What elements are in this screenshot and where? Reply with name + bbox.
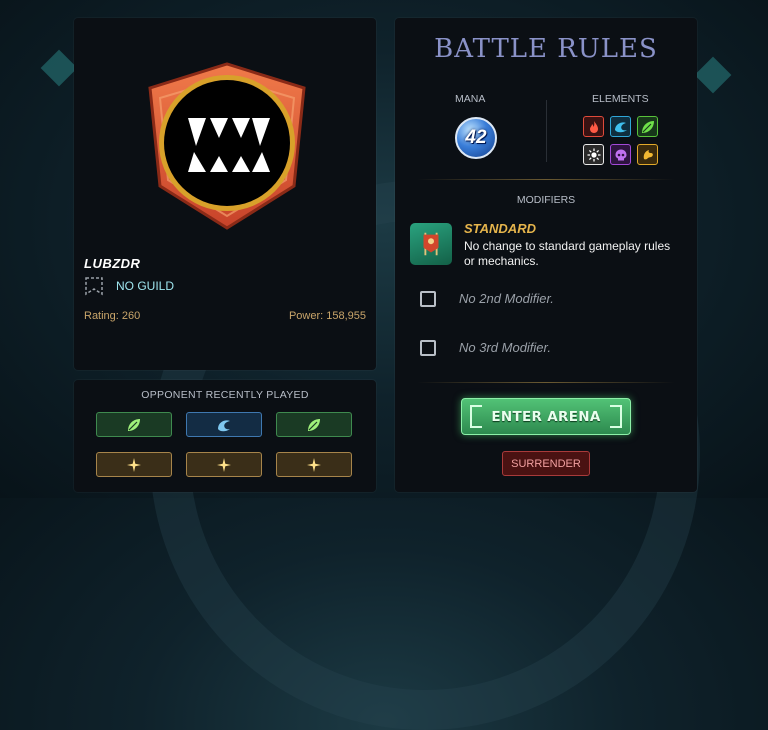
recent-element-life xyxy=(96,452,172,477)
element-earth[interactable] xyxy=(637,116,658,137)
battle-rules-title: BATTLE RULES xyxy=(434,34,658,64)
monster-mouth-icon xyxy=(148,62,306,230)
wave-icon xyxy=(614,121,627,132)
modifiers-label: MODIFIERS xyxy=(516,194,576,206)
battle-rules-panel: BATTLE RULES MANA 42 ELEMENTS MODIFIERS xyxy=(395,18,697,492)
modifier-2-checkbox[interactable] xyxy=(420,291,436,307)
wave-icon xyxy=(218,419,230,431)
leaf-icon xyxy=(128,418,140,431)
leaf-icon xyxy=(641,120,654,133)
standard-modifier-title: STANDARD xyxy=(464,221,536,236)
mana-label: MANA xyxy=(455,93,486,105)
button-corner-decoration xyxy=(610,416,622,428)
background-gem xyxy=(694,56,732,94)
divider xyxy=(546,100,547,162)
player-rating: Rating: 260 xyxy=(84,310,141,322)
surrender-label: SURRENDER xyxy=(511,457,581,470)
element-dragon[interactable] xyxy=(637,144,658,165)
guild-label: NO GUILD xyxy=(116,279,175,293)
opponent-recent-panel: OPPONENT RECENTLY PLAYED xyxy=(74,380,376,492)
modifier-3-checkbox[interactable] xyxy=(420,340,436,356)
elements-label: ELEMENTS xyxy=(592,93,649,105)
background-gem xyxy=(40,49,78,87)
element-fire[interactable] xyxy=(583,116,604,137)
sparkle-icon xyxy=(217,457,231,472)
guild-row[interactable]: NO GUILD xyxy=(84,276,174,296)
dragon-icon xyxy=(643,149,653,159)
player-avatar xyxy=(132,46,322,236)
opponent-recent-grid xyxy=(96,412,353,477)
guild-flag-icon xyxy=(85,277,103,296)
recent-element-earth xyxy=(96,412,172,437)
section-divider xyxy=(417,382,675,383)
player-panel: LUBZDR NO GUILD Rating: 260 Power: 158,9… xyxy=(74,18,376,370)
skull-icon xyxy=(615,149,626,160)
enter-arena-button[interactable]: ENTER ARENA xyxy=(461,398,631,435)
opponent-recent-title: OPPONENT RECENTLY PLAYED xyxy=(141,389,309,401)
mana-value: 42 xyxy=(465,127,487,148)
standard-modifier-icon[interactable] xyxy=(410,223,452,265)
flame-icon xyxy=(589,120,598,133)
modifier-3-label: No 3rd Modifier. xyxy=(459,340,551,355)
mana-badge: 42 xyxy=(455,117,497,159)
leaf-icon xyxy=(308,418,320,431)
modifier-2-label: No 2nd Modifier. xyxy=(459,291,554,306)
player-name[interactable]: LUBZDR xyxy=(84,256,140,271)
element-water[interactable] xyxy=(610,116,631,137)
recent-element-life xyxy=(276,452,352,477)
sparkle-icon xyxy=(307,457,321,472)
elements-grid xyxy=(583,116,658,165)
sun-icon xyxy=(587,148,600,161)
player-power: Power: 158,955 xyxy=(288,310,366,322)
surrender-button[interactable]: SURRENDER xyxy=(502,451,590,476)
section-divider xyxy=(417,179,675,180)
standard-modifier-description: No change to standard gameplay rules or … xyxy=(464,239,671,268)
sparkle-icon xyxy=(127,457,141,472)
recent-element-life xyxy=(186,452,262,477)
banner-icon xyxy=(423,232,439,256)
button-corner-decoration xyxy=(470,416,482,428)
recent-element-water xyxy=(186,412,262,437)
enter-arena-label: ENTER ARENA xyxy=(491,408,601,425)
element-life[interactable] xyxy=(583,144,604,165)
recent-element-earth xyxy=(276,412,352,437)
element-death[interactable] xyxy=(610,144,631,165)
